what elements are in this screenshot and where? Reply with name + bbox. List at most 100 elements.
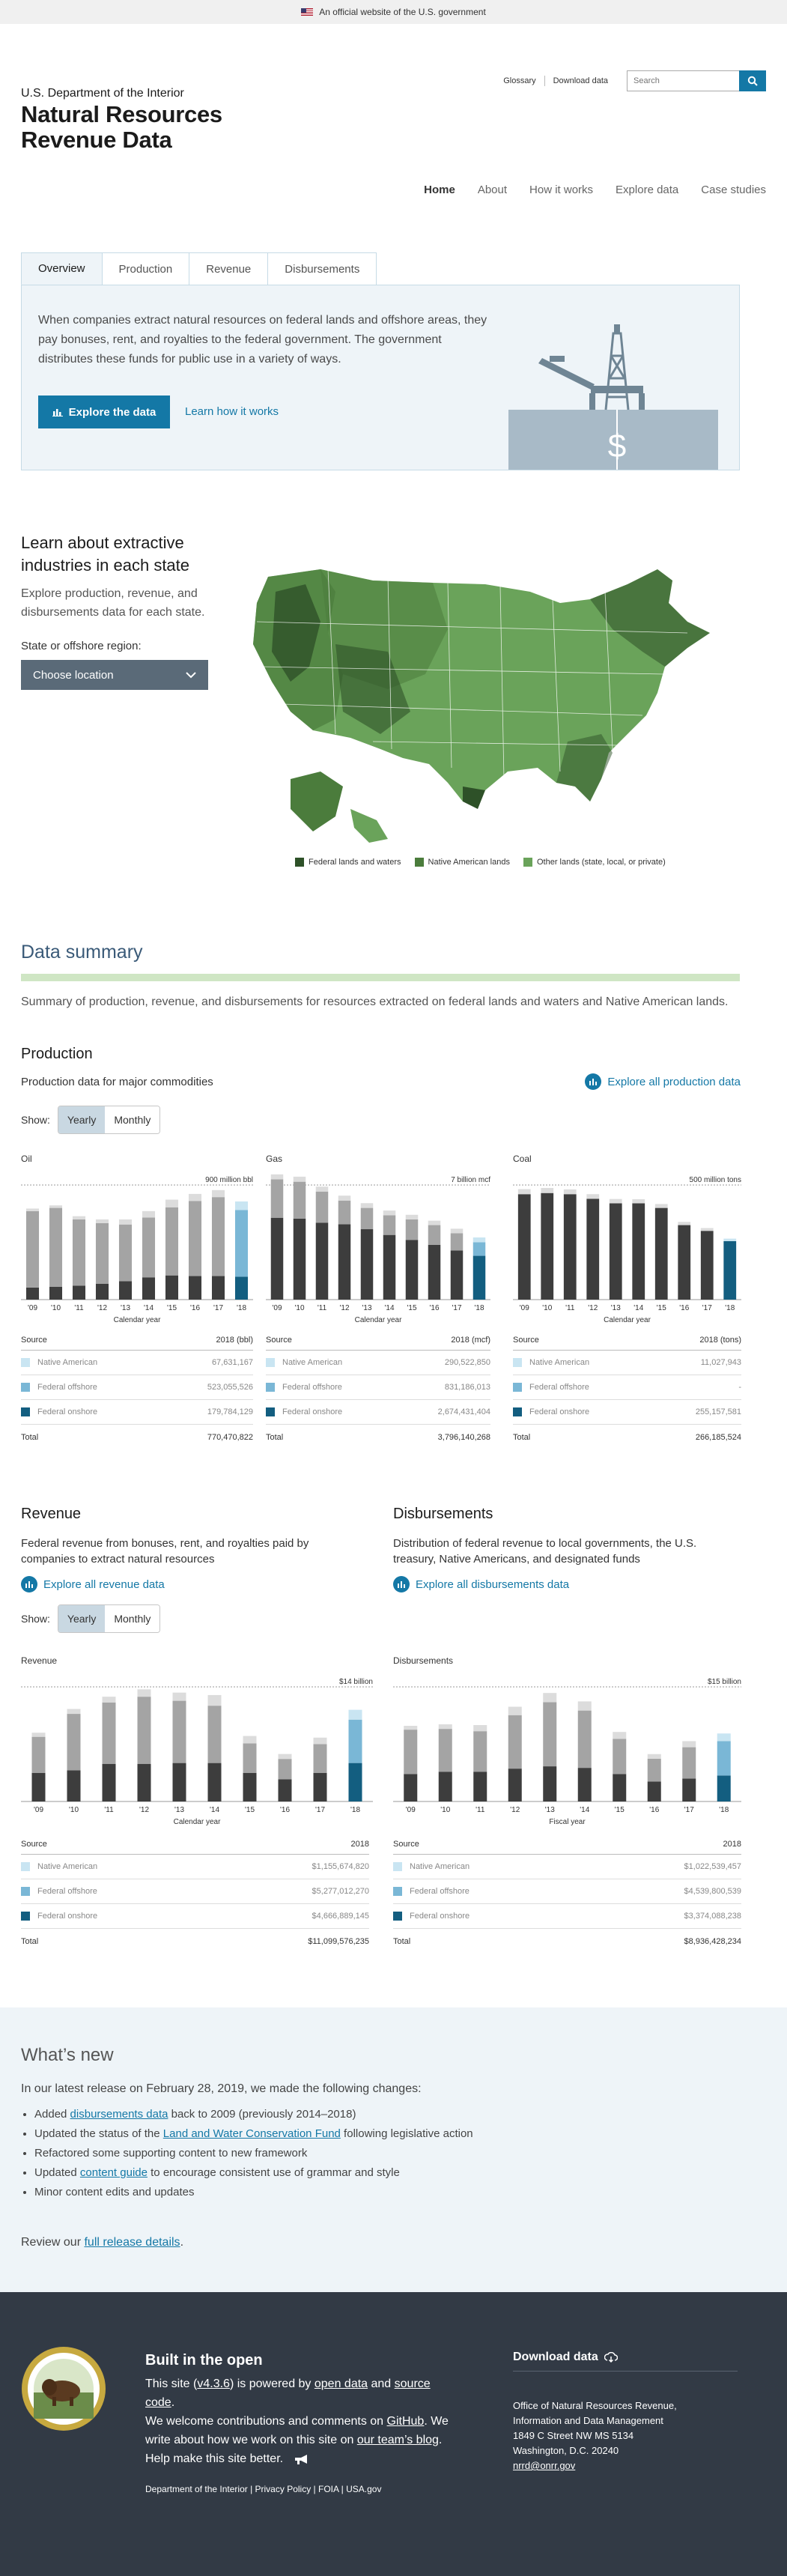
explore-revenue-link[interactable]: Explore all revenue data bbox=[21, 1576, 165, 1592]
nav-case-studies[interactable]: Case studies bbox=[701, 184, 766, 196]
bar-federal-onshore bbox=[234, 1276, 249, 1300]
nav-how-it-works[interactable]: How it works bbox=[529, 184, 593, 196]
email-link[interactable]: nrrd@onrr.gov bbox=[513, 2460, 575, 2471]
footer-download[interactable]: Download data bbox=[513, 2351, 618, 2364]
bar-native-american bbox=[118, 1219, 133, 1225]
us-land-map[interactable] bbox=[238, 562, 732, 846]
bar-native-american bbox=[278, 1754, 292, 1760]
table-header: Source 2018 (mcf) bbox=[266, 1336, 490, 1351]
bar-federal-onshore bbox=[438, 1772, 452, 1801]
blog-link[interactable]: our team’s blog bbox=[357, 2434, 439, 2446]
learn-how-link[interactable]: Learn how it works bbox=[185, 405, 279, 418]
x-tick-label: '15 bbox=[657, 1304, 666, 1312]
download-data-link[interactable]: Download data bbox=[545, 76, 616, 85]
monthly-toggle[interactable]: Monthly bbox=[105, 1106, 160, 1133]
table-header: Source 2018 (bbl) bbox=[21, 1336, 253, 1351]
open-data-link[interactable]: open data bbox=[315, 2378, 368, 2390]
bar-native-american bbox=[207, 1694, 222, 1706]
yearly-toggle[interactable]: Yearly bbox=[58, 1605, 106, 1632]
bar-native-american bbox=[405, 1214, 419, 1219]
chart-icon bbox=[393, 1576, 410, 1592]
search-input[interactable] bbox=[627, 70, 739, 91]
bar-federal-onshore bbox=[405, 1240, 419, 1300]
tab-disbursements[interactable]: Disbursements bbox=[267, 252, 377, 285]
bar-federal-offshore bbox=[211, 1197, 225, 1276]
bar-native-american bbox=[586, 1194, 600, 1199]
explore-production-link[interactable]: Explore all production data bbox=[585, 1073, 741, 1090]
bar-federal-offshore bbox=[315, 1191, 329, 1223]
whats-new-intro: In our latest release on February 28, 20… bbox=[21, 2082, 422, 2095]
nav-explore-data[interactable]: Explore data bbox=[616, 184, 678, 196]
chart-max-label: 900 million bbl bbox=[205, 1176, 253, 1184]
bar-federal-offshore bbox=[270, 1179, 284, 1218]
x-tick-label: '18 bbox=[474, 1304, 484, 1312]
bar-native-american bbox=[654, 1204, 668, 1208]
svg-text:$: $ bbox=[608, 428, 626, 464]
bar-federal-onshore bbox=[49, 1287, 63, 1300]
oil-chart: Oil 900 million bbl '09'10'11'12'13'14'15 '… bbox=[21, 1154, 253, 1324]
bar-federal-offshore bbox=[404, 1730, 418, 1775]
bar-federal-onshore bbox=[613, 1774, 627, 1801]
nav-home[interactable]: Home bbox=[424, 184, 455, 196]
table-row: Federal offshore 831,186,013 bbox=[266, 1375, 490, 1400]
x-tick-label: '17 bbox=[452, 1304, 461, 1312]
bar-native-american bbox=[563, 1189, 577, 1195]
x-axis-label: Calendar year bbox=[604, 1316, 651, 1324]
x-tick-label: '09 bbox=[34, 1806, 43, 1814]
search-button[interactable] bbox=[739, 70, 766, 91]
bar-federal-onshore bbox=[517, 1194, 531, 1300]
footer-links[interactable]: Department of the Interior | Privacy Pol… bbox=[145, 2484, 381, 2494]
oil-table: Source 2018 (bbl) Native American 67,631,16… bbox=[21, 1336, 253, 1449]
monthly-toggle[interactable]: Monthly bbox=[105, 1605, 160, 1632]
x-tick-label: '09 bbox=[272, 1304, 282, 1312]
x-tick-label: '12 bbox=[588, 1304, 598, 1312]
bar-native-american bbox=[49, 1205, 63, 1208]
bar-native-american bbox=[234, 1201, 249, 1210]
bar-native-american bbox=[293, 1176, 306, 1182]
tab-overview[interactable]: Overview bbox=[21, 252, 103, 285]
bar-federal-onshore bbox=[717, 1775, 731, 1801]
bar-federal-offshore bbox=[383, 1215, 396, 1235]
glossary-link[interactable]: Glossary bbox=[495, 76, 544, 85]
whats-new-link[interactable]: disbursements data bbox=[70, 2108, 168, 2121]
nav-about[interactable]: About bbox=[478, 184, 507, 196]
whats-new-link[interactable]: Land and Water Conservation Fund bbox=[163, 2127, 341, 2140]
disbursements-table: Source 2018 Native American $1,022,539,457 F… bbox=[393, 1840, 741, 1954]
bar-native-american bbox=[609, 1198, 622, 1204]
bar-federal-offshore bbox=[142, 1217, 156, 1278]
bar-native-american bbox=[172, 1692, 186, 1701]
coal-table: Source 2018 (tons) Native American 11,027,9… bbox=[513, 1336, 741, 1449]
period-toggle: Yearly Monthly bbox=[57, 1604, 161, 1633]
site-title[interactable]: Natural Resources Revenue Data bbox=[21, 102, 222, 153]
bar-federal-onshore bbox=[472, 1255, 486, 1300]
release-details-link[interactable]: full release details bbox=[84, 2236, 180, 2249]
search-form bbox=[627, 70, 766, 91]
x-tick-label: '15 bbox=[245, 1806, 255, 1814]
table-row: Federal onshore 179,784,129 bbox=[21, 1400, 253, 1425]
choose-location-select[interactable]: Choose location bbox=[21, 660, 208, 690]
x-tick-label: '10 bbox=[440, 1806, 450, 1814]
x-axis-label: Calendar year bbox=[174, 1818, 221, 1826]
x-tick-label: '14 bbox=[580, 1806, 589, 1814]
chart-max-label: 500 million tons bbox=[690, 1176, 741, 1184]
help-link[interactable]: Help make this site better. bbox=[145, 2449, 283, 2468]
legend-item: Federal lands and waters bbox=[295, 858, 401, 867]
x-tick-label: '13 bbox=[121, 1304, 130, 1312]
tab-production[interactable]: Production bbox=[101, 252, 190, 285]
version-link[interactable]: v4.3.6 bbox=[197, 2378, 230, 2390]
bar-native-american bbox=[450, 1228, 464, 1234]
github-link[interactable]: GitHub bbox=[387, 2415, 425, 2428]
tab-revenue[interactable]: Revenue bbox=[189, 252, 269, 285]
bar-federal-onshore bbox=[313, 1772, 327, 1801]
bar-native-american bbox=[243, 1736, 257, 1744]
bar-federal-onshore bbox=[172, 1763, 186, 1801]
table-row: Federal onshore $3,374,088,238 bbox=[393, 1904, 741, 1929]
yearly-toggle[interactable]: Yearly bbox=[58, 1106, 106, 1133]
x-tick-label: '09 bbox=[406, 1806, 416, 1814]
explore-data-button[interactable]: Explore the data bbox=[38, 396, 170, 428]
explore-disbursements-link[interactable]: Explore all disbursements data bbox=[393, 1576, 569, 1592]
x-tick-label: '15 bbox=[615, 1806, 625, 1814]
table-header: Source 2018 bbox=[21, 1840, 369, 1855]
whats-new-link[interactable]: content guide bbox=[80, 2166, 148, 2179]
bar-federal-offshore bbox=[234, 1210, 249, 1277]
